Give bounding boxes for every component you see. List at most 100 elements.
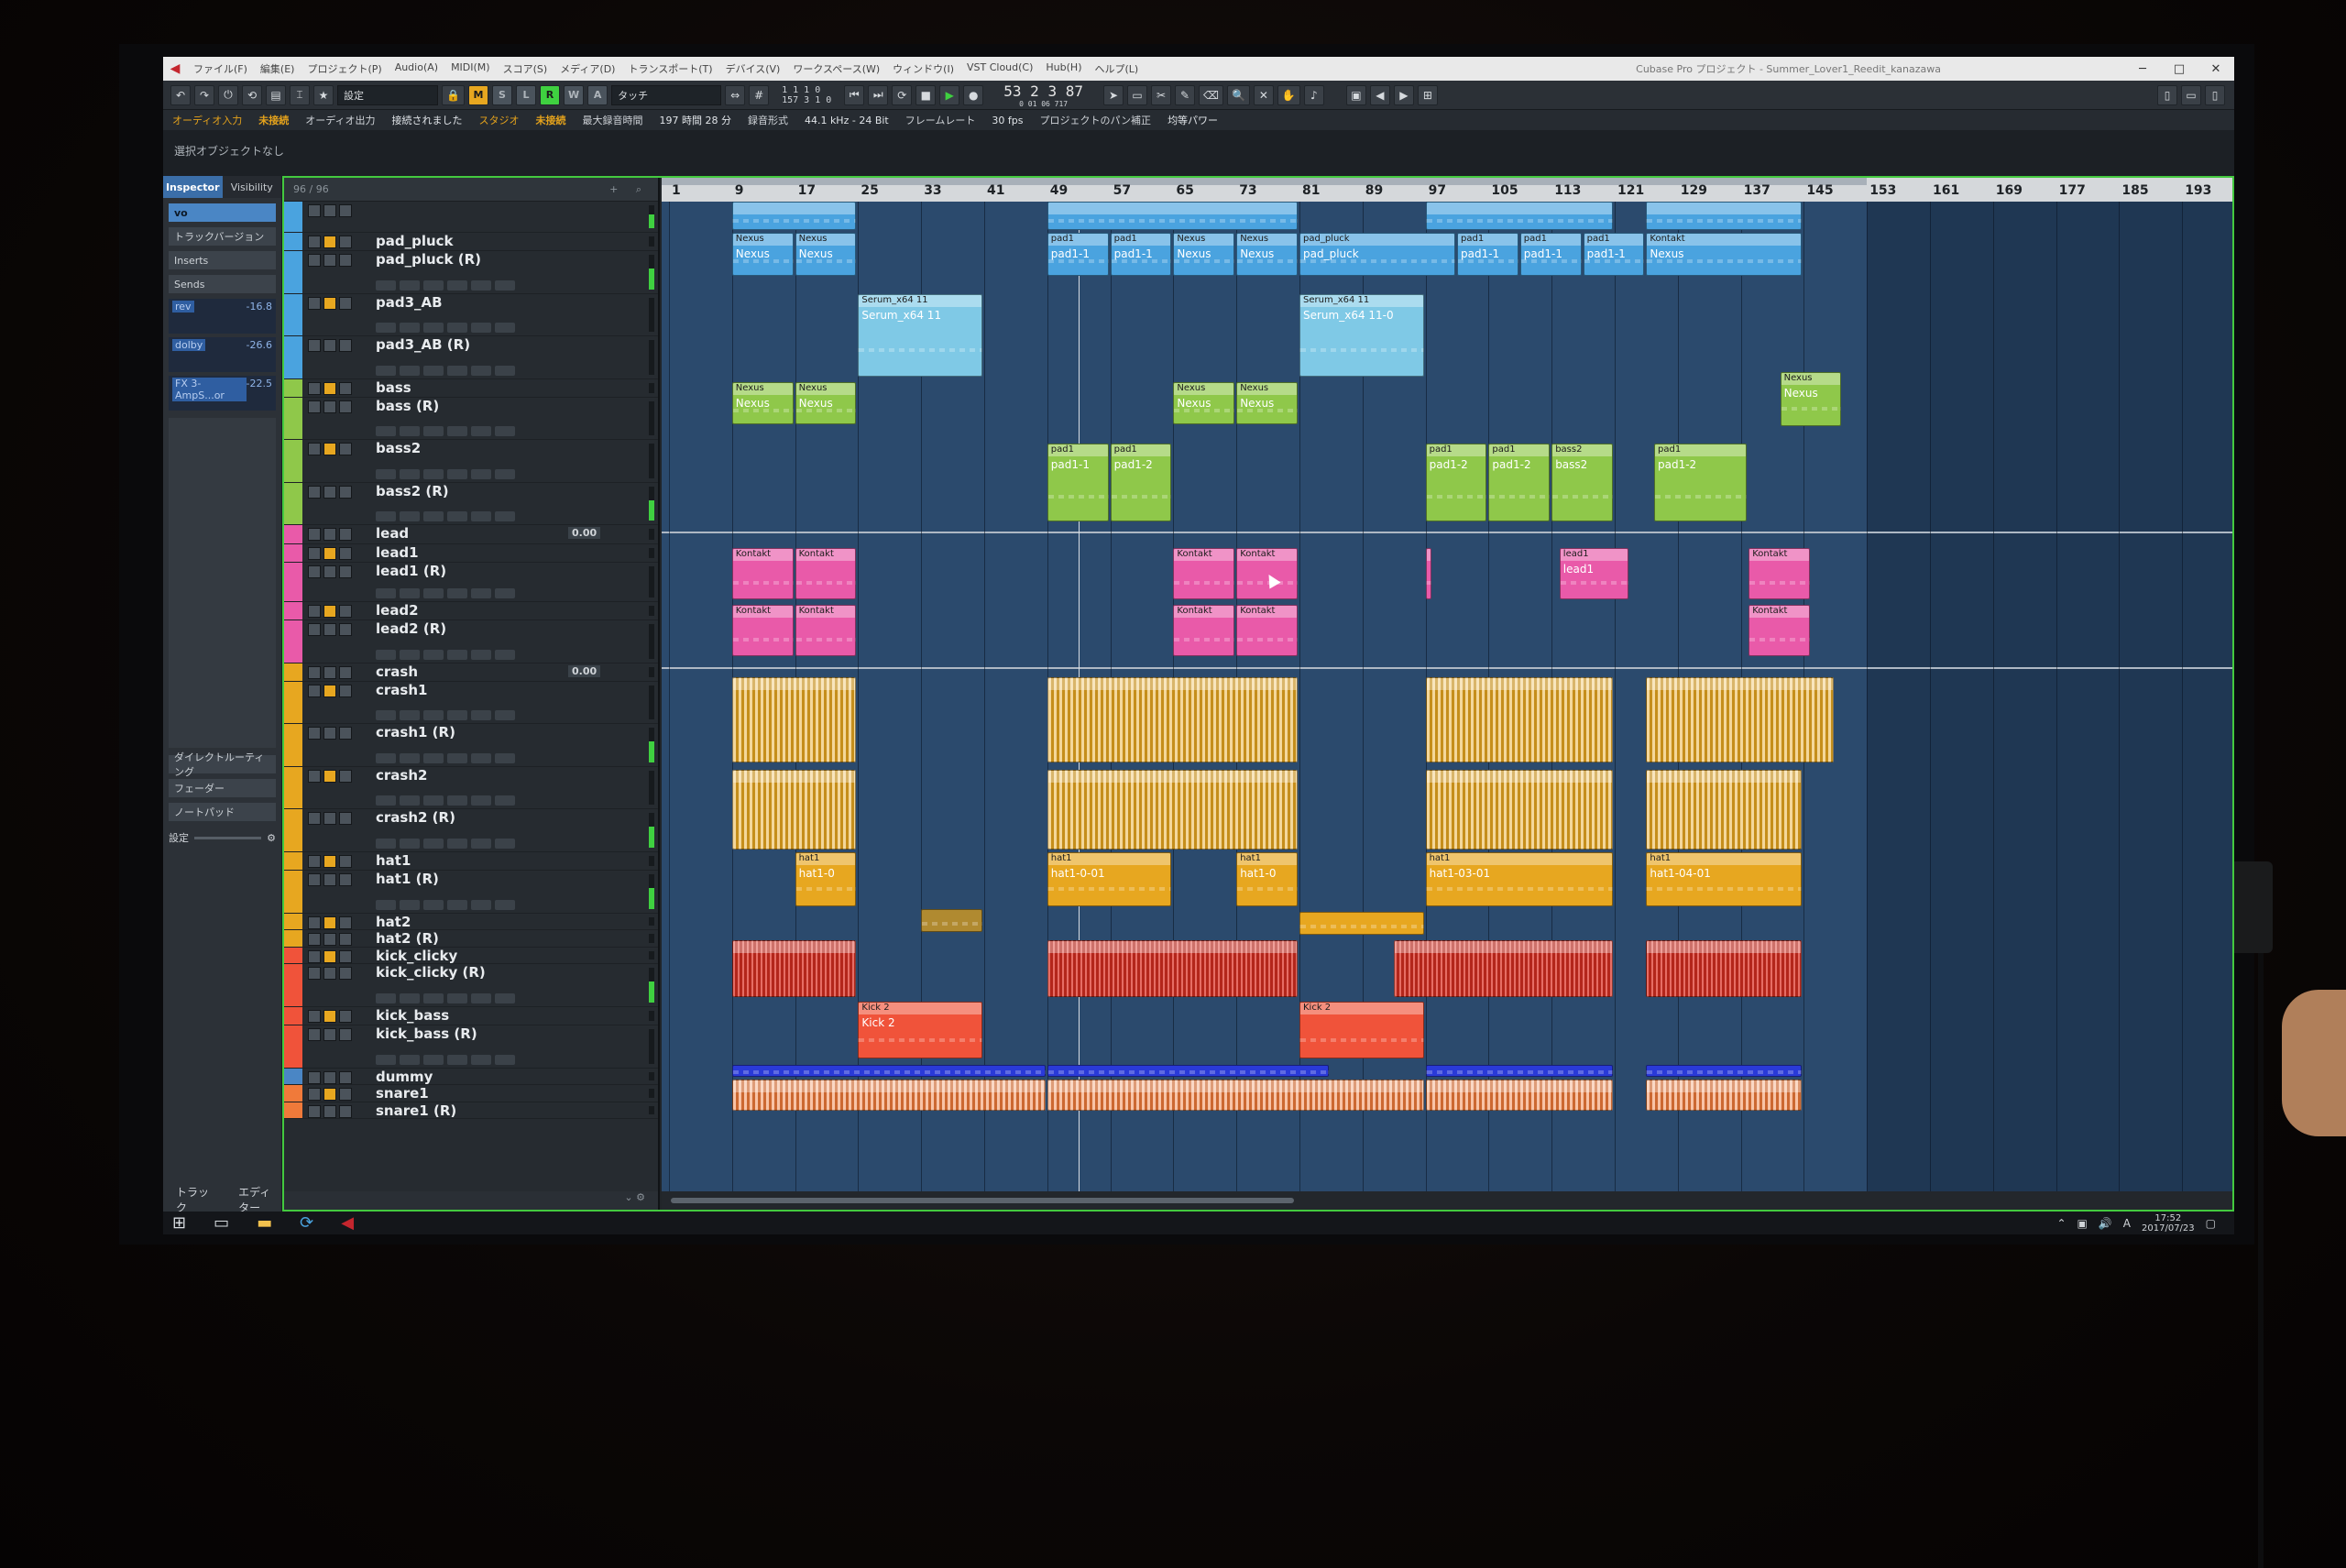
undo-icon[interactable]: ↶ bbox=[170, 84, 191, 105]
monitor-toggle[interactable] bbox=[323, 727, 336, 740]
menu-item[interactable]: Audio(A) bbox=[389, 61, 444, 76]
edit-toggle[interactable] bbox=[339, 236, 352, 249]
ruler[interactable]: 1 9 17 25 33 41 49 57 65 73 81 89 97 105 113 121 129 137 1… bbox=[662, 178, 2232, 202]
track-row[interactable]: crash2 (R) bbox=[284, 809, 658, 852]
write-automation-button[interactable]: W bbox=[563, 84, 585, 105]
track-row[interactable]: hat1 bbox=[284, 851, 658, 872]
event-part[interactable]: Kontakt bbox=[1236, 548, 1298, 599]
event-part[interactable]: Nexus Nexus bbox=[1173, 381, 1235, 425]
track-row[interactable]: crash1 (R) bbox=[284, 724, 658, 767]
track-name[interactable]: kick_bass (R) bbox=[376, 1025, 477, 1042]
eraser-icon[interactable]: ⌫ bbox=[1198, 84, 1223, 105]
track-control-button[interactable] bbox=[447, 323, 467, 334]
edit-toggle[interactable] bbox=[339, 727, 352, 740]
edit-toggle[interactable] bbox=[339, 565, 352, 578]
tab-track[interactable]: トラック bbox=[176, 1184, 211, 1215]
snap-icon[interactable]: ⇔ bbox=[725, 84, 746, 105]
track-row[interactable]: hat2 bbox=[284, 913, 658, 931]
task-view-icon[interactable]: ▭ bbox=[214, 1213, 229, 1233]
event-part[interactable]: pad1 pad1-2 bbox=[1425, 443, 1487, 521]
scrollbar-thumb[interactable] bbox=[671, 1198, 1294, 1203]
event-part[interactable] bbox=[1394, 940, 1613, 997]
track-control-button[interactable] bbox=[471, 365, 491, 376]
monitor-toggle[interactable] bbox=[323, 400, 336, 413]
monitor-toggle[interactable] bbox=[323, 204, 336, 217]
event-part[interactable]: pad1 pad1-2 bbox=[1488, 443, 1551, 521]
ime-indicator[interactable]: A bbox=[2123, 1217, 2131, 1230]
track-row[interactable]: kick_bass (R) bbox=[284, 1025, 658, 1069]
event-part[interactable] bbox=[1047, 1079, 1424, 1111]
edit-toggle[interactable] bbox=[339, 933, 352, 947]
event-part[interactable]: Kontakt bbox=[731, 605, 794, 656]
mute-toggle[interactable] bbox=[308, 727, 321, 740]
monitor-toggle[interactable] bbox=[323, 605, 336, 619]
event-part[interactable] bbox=[1047, 770, 1298, 850]
mute-toggle[interactable] bbox=[308, 381, 321, 395]
event-part[interactable]: pad_pluck pad_pluck bbox=[1299, 233, 1455, 276]
track-control-button[interactable] bbox=[471, 588, 491, 599]
track-control-button[interactable] bbox=[376, 511, 396, 522]
event-part[interactable] bbox=[1646, 940, 1803, 997]
track-control-button[interactable] bbox=[495, 649, 515, 660]
track-row[interactable]: bass (R) bbox=[284, 397, 658, 441]
track-control-button[interactable] bbox=[495, 710, 515, 721]
track-control-button[interactable] bbox=[447, 280, 467, 291]
event-part[interactable] bbox=[1646, 202, 1803, 230]
track-control-button[interactable] bbox=[376, 1054, 396, 1065]
track-control-button[interactable] bbox=[447, 710, 467, 721]
menu-item[interactable]: ウィンドウ(I) bbox=[886, 61, 960, 76]
track-control-button[interactable] bbox=[447, 426, 467, 437]
event-part[interactable] bbox=[1425, 548, 1432, 599]
edit-toggle[interactable] bbox=[339, 854, 352, 868]
mute-toggle[interactable] bbox=[308, 296, 321, 310]
track-name[interactable]: kick_clicky (R) bbox=[376, 964, 486, 981]
horizontal-scrollbar[interactable] bbox=[662, 1191, 2232, 1210]
track-control-button[interactable] bbox=[376, 992, 396, 1003]
track-control-button[interactable] bbox=[400, 1054, 420, 1065]
event-part[interactable]: Kontakt bbox=[1173, 548, 1235, 599]
menu-item[interactable]: デバイス(V) bbox=[719, 61, 787, 76]
event-part[interactable]: Kontakt bbox=[1749, 605, 1810, 656]
solo-mode-button[interactable]: S bbox=[491, 84, 512, 105]
mute-toggle[interactable] bbox=[308, 254, 321, 268]
track-control-button[interactable] bbox=[447, 468, 467, 479]
menu-item[interactable]: VST Cloud(C) bbox=[960, 61, 1039, 76]
monitor-toggle[interactable] bbox=[323, 254, 336, 268]
inspector-track-name[interactable]: vo bbox=[169, 203, 276, 222]
track-control-button[interactable] bbox=[471, 426, 491, 437]
event-part[interactable] bbox=[1047, 940, 1298, 997]
mute-toggle[interactable] bbox=[308, 933, 321, 947]
track-control-button[interactable] bbox=[423, 795, 444, 806]
edit-toggle[interactable] bbox=[339, 1088, 352, 1102]
track-control-button[interactable] bbox=[400, 838, 420, 849]
track-row[interactable]: bass2 (R) bbox=[284, 482, 658, 526]
track-control-button[interactable] bbox=[447, 649, 467, 660]
track-control-button[interactable] bbox=[495, 795, 515, 806]
edit-toggle[interactable] bbox=[339, 443, 352, 456]
go-to-start-icon[interactable]: ⏮ bbox=[844, 84, 865, 105]
inspector-toggle-icon[interactable]: ▤ bbox=[266, 84, 286, 105]
go-to-end-icon[interactable]: ⏭ bbox=[868, 84, 889, 105]
mute-toggle[interactable] bbox=[308, 1009, 321, 1023]
monitor-toggle[interactable] bbox=[323, 1104, 336, 1118]
track-name[interactable]: hat1 (R) bbox=[376, 871, 439, 887]
chevron-up-icon[interactable]: ⌃ bbox=[2056, 1217, 2066, 1230]
mute-toggle[interactable] bbox=[308, 400, 321, 413]
track-control-button[interactable] bbox=[423, 752, 444, 763]
volume-icon[interactable]: 🔊 bbox=[2099, 1217, 2112, 1230]
event-part[interactable]: pad1 pad1-1 bbox=[1047, 443, 1109, 521]
event-part[interactable]: pad1 pad1-1 bbox=[1519, 233, 1582, 276]
menu-item[interactable]: MIDI(M) bbox=[444, 61, 497, 76]
track-control-button[interactable] bbox=[447, 1054, 467, 1065]
mute-toggle[interactable] bbox=[308, 1028, 321, 1041]
track-row[interactable]: pad_pluck bbox=[284, 233, 658, 252]
event-part[interactable] bbox=[1425, 1079, 1613, 1111]
track-row[interactable]: bass2 bbox=[284, 440, 658, 483]
track-control-button[interactable] bbox=[423, 992, 444, 1003]
mute-toggle[interactable] bbox=[308, 623, 321, 637]
menu-item[interactable]: ヘルプ(L) bbox=[1089, 61, 1146, 76]
track-row[interactable]: lead2 (R) bbox=[284, 620, 658, 663]
preset-select[interactable]: 設定 bbox=[337, 84, 438, 105]
track-name[interactable]: dummy bbox=[376, 1069, 433, 1085]
pan-law-value[interactable]: 均等パワー bbox=[1168, 113, 1218, 127]
